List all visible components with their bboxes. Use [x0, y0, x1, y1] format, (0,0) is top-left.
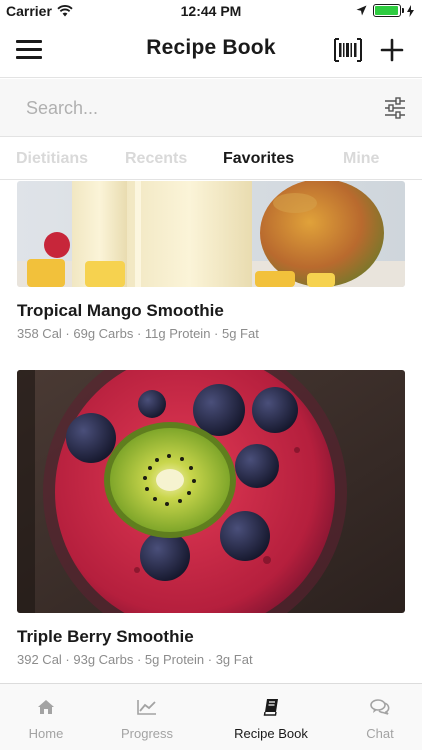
nav-bar: Recipe Book [0, 22, 422, 78]
tab-dietitians[interactable]: Dietitians [16, 150, 88, 168]
home-icon [24, 696, 68, 718]
tab-bar-recipe-book[interactable]: Recipe Book [228, 696, 314, 741]
recipe-nutrition: 358 Cal · 69g Carbs · 11g Protein · 5g F… [17, 326, 259, 341]
tab-bar-chat[interactable]: Chat [360, 696, 400, 741]
tab-bar-label: Home [28, 726, 64, 741]
recipe-title: Triple Berry Smoothie [17, 627, 194, 646]
status-bar: Carrier 12:44 PM [0, 0, 422, 22]
tab-mine[interactable]: Mine [343, 150, 379, 168]
search-bar [0, 79, 422, 137]
tab-bar-progress[interactable]: Progress [116, 696, 178, 741]
sliders-filter-icon[interactable] [384, 97, 406, 119]
recipe-list: Tropical Mango Smoothie 358 Cal · 69g Ca… [0, 181, 422, 683]
battery-icon [373, 4, 404, 17]
recipe-tabs: Dietitians Recents Favorites Mine [0, 138, 422, 180]
tab-recents[interactable]: Recents [125, 150, 187, 168]
location-arrow-icon [356, 5, 367, 16]
status-right [356, 4, 414, 17]
tab-bar-label: Progress [120, 726, 174, 741]
search-input[interactable] [14, 91, 354, 125]
tab-bar-label: Recipe Book [234, 726, 308, 741]
tab-bar-home[interactable]: Home [24, 696, 68, 741]
recipe-nutrition: 392 Cal · 93g Carbs · 5g Protein · 3g Fa… [17, 652, 253, 667]
charging-bolt-icon [407, 4, 414, 17]
recipe-card[interactable]: Triple Berry Smoothie 392 Cal · 93g Carb… [17, 370, 405, 667]
book-icon [228, 696, 314, 718]
tab-favorites[interactable]: Favorites [223, 150, 294, 168]
chart-line-icon [116, 696, 178, 718]
add-recipe-button[interactable] [380, 35, 404, 65]
chat-bubbles-icon [360, 696, 400, 718]
plus-icon [380, 38, 404, 62]
barcode-scan-icon[interactable] [334, 38, 362, 62]
battery-level-fill [375, 6, 398, 15]
recipe-card[interactable]: Tropical Mango Smoothie 358 Cal · 69g Ca… [17, 181, 405, 341]
recipe-title: Tropical Mango Smoothie [17, 301, 224, 320]
bottom-tab-bar: Home Progress Recipe Book Chat [0, 683, 422, 750]
berry-smoothie-photo [17, 370, 405, 613]
tab-bar-label: Chat [366, 726, 394, 741]
mango-smoothie-photo [17, 181, 405, 287]
